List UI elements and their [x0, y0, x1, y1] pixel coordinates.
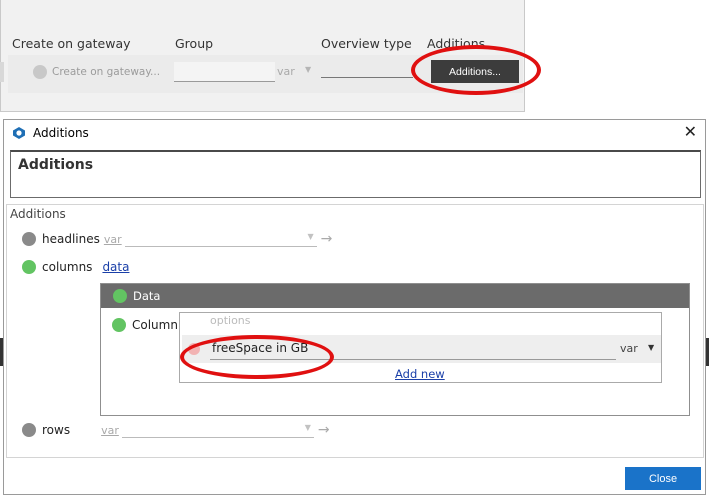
headlines-select[interactable]: ▼ — [124, 231, 317, 247]
additions-dialog: Additions ✕ Additions Additions headline… — [3, 119, 706, 495]
column-header-overview-type: Overview type — [321, 36, 412, 51]
data-panel: Data Column options freeSpace in GB var … — [100, 283, 690, 416]
app-logo-icon — [13, 127, 25, 139]
overview-type-input[interactable] — [321, 60, 413, 78]
additions-content: Additions headlines var ▼ → columns data… — [6, 204, 704, 458]
toggle-circle-icon — [33, 65, 47, 79]
rows-label: rows — [42, 423, 71, 437]
option-status-icon[interactable] — [188, 343, 200, 355]
dialog-titlebar: Additions ✕ — [4, 120, 705, 146]
group-dropdown-caret-icon[interactable]: ▼ — [305, 65, 311, 74]
headlines-row: headlines var ▼ → — [22, 231, 332, 247]
arrow-right-icon[interactable]: → — [321, 231, 333, 247]
chevron-down-icon: ▼ — [304, 423, 311, 432]
column-header-group: Group — [175, 36, 214, 51]
column-status-icon[interactable] — [112, 318, 126, 332]
columns-data-link[interactable]: data — [102, 260, 129, 274]
chevron-down-icon: ▼ — [307, 232, 314, 241]
section-label: Additions — [10, 207, 66, 221]
group-var-label: var — [277, 65, 295, 78]
option-var-label[interactable]: var — [620, 342, 638, 355]
headlines-status-icon[interactable] — [22, 232, 36, 246]
dialog-title: Additions — [33, 126, 89, 140]
columns-status-icon[interactable] — [22, 260, 36, 274]
data-panel-title: Data — [133, 289, 161, 303]
column-header-create-on-gateway: Create on gateway — [12, 36, 131, 51]
column-row: Column — [112, 318, 178, 332]
options-box: options freeSpace in GB var ▼ Add new — [179, 312, 662, 383]
rows-row: rows var ▼ → — [22, 422, 330, 438]
data-status-icon[interactable] — [113, 289, 127, 303]
rows-select[interactable]: ▼ — [121, 422, 314, 438]
header-title: Additions — [18, 157, 94, 173]
close-button[interactable]: Close — [625, 467, 701, 490]
additions-button[interactable]: Additions... — [431, 60, 519, 83]
headlines-var-link[interactable]: var — [104, 233, 122, 246]
columns-label: columns — [42, 260, 93, 274]
rows-var-link[interactable]: var — [101, 424, 119, 437]
option-row: freeSpace in GB var ▼ — [182, 335, 661, 363]
group-input[interactable] — [174, 62, 275, 82]
option-input-underline — [210, 359, 616, 360]
data-panel-header: Data — [101, 284, 689, 308]
close-icon[interactable]: ✕ — [684, 124, 697, 140]
dialog-header: Additions — [10, 150, 701, 198]
row-edge-strip — [0, 62, 4, 82]
option-value-input[interactable]: freeSpace in GB — [212, 341, 308, 355]
arrow-right-icon[interactable]: → — [318, 422, 330, 438]
rows-status-icon[interactable] — [22, 423, 36, 437]
column-label: Column — [132, 318, 178, 332]
left-edge-mark — [0, 338, 3, 366]
create-on-gateway-toggle[interactable]: Create on gateway... — [33, 65, 160, 79]
option-dropdown-caret-icon[interactable]: ▼ — [648, 343, 654, 352]
add-new-link[interactable]: Add new — [395, 367, 445, 381]
create-on-gateway-label: Create on gateway... — [52, 66, 161, 78]
headlines-label: headlines — [42, 232, 100, 246]
column-header-additions: Additions — [427, 36, 486, 51]
options-label: options — [210, 314, 251, 327]
columns-row: columns data — [22, 260, 129, 274]
